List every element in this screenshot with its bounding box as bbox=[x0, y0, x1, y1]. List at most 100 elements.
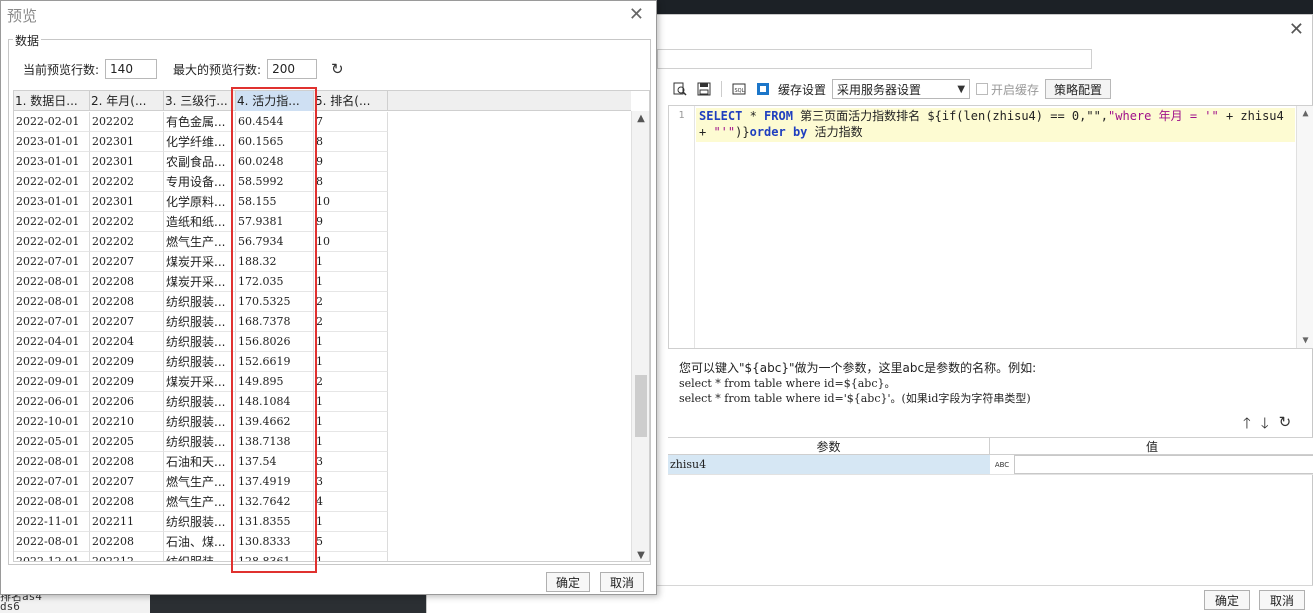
table-row[interactable]: 2022-05-01 202205 纺织服装... 138.7138 1 bbox=[14, 432, 388, 452]
scroll-up-icon[interactable]: ▲ bbox=[1297, 108, 1313, 119]
table-cell[interactable]: 2022-12-01 bbox=[14, 552, 90, 561]
table-cell[interactable]: 202202 bbox=[90, 172, 164, 192]
table-cell[interactable]: 9 bbox=[314, 152, 388, 172]
table-cell[interactable]: 1 bbox=[314, 412, 388, 432]
table-cell[interactable]: 农副食品... bbox=[164, 152, 236, 172]
close-icon[interactable]: ✕ bbox=[629, 4, 644, 25]
table-cell[interactable]: 131.8355 bbox=[236, 512, 314, 532]
table-row[interactable]: 2022-07-01 202207 煤炭开采... 188.32 1 bbox=[14, 252, 388, 272]
table-cell[interactable]: 2022-08-01 bbox=[14, 272, 90, 292]
table-cell[interactable]: 202211 bbox=[90, 512, 164, 532]
table-cell[interactable]: 10 bbox=[314, 232, 388, 252]
table-cell[interactable]: 1 bbox=[314, 512, 388, 532]
table-cell[interactable]: 172.035 bbox=[236, 272, 314, 292]
table-cell[interactable]: 202208 bbox=[90, 272, 164, 292]
table-cell[interactable]: 2022-11-01 bbox=[14, 512, 90, 532]
table-cell[interactable]: 58.155 bbox=[236, 192, 314, 212]
table-cell[interactable]: 202210 bbox=[90, 412, 164, 432]
refresh-icon[interactable]: ↻ bbox=[331, 60, 344, 78]
ok-button[interactable]: 确定 bbox=[546, 572, 590, 592]
table-cell[interactable]: 2022-07-01 bbox=[14, 252, 90, 272]
column-header[interactable]: 3. 三级行... bbox=[164, 91, 236, 111]
sql-editor[interactable]: 1 SELECT * FROM 第三页面活力指数排名 ${if(len(zhis… bbox=[668, 105, 1313, 349]
table-cell[interactable]: 石油和天... bbox=[164, 452, 236, 472]
table-cell[interactable]: 202207 bbox=[90, 312, 164, 332]
scroll-down-icon[interactable]: ▼ bbox=[1297, 335, 1313, 346]
table-cell[interactable]: 燃气生产... bbox=[164, 472, 236, 492]
table-row[interactable]: 2022-04-01 202204 纺织服装... 156.8026 1 bbox=[14, 332, 388, 352]
table-cell[interactable]: 1 bbox=[314, 552, 388, 561]
table-cell[interactable]: 132.7642 bbox=[236, 492, 314, 512]
ok-button[interactable]: 确定 bbox=[1204, 590, 1250, 610]
table-cell[interactable]: 煤炭开采... bbox=[164, 272, 236, 292]
table-cell[interactable]: 4 bbox=[314, 492, 388, 512]
table-cell[interactable]: 1 bbox=[314, 352, 388, 372]
column-header[interactable]: 1. 数据日... bbox=[14, 91, 90, 111]
table-cell[interactable]: 202209 bbox=[90, 372, 164, 392]
scroll-up-icon[interactable]: ▲ bbox=[632, 113, 649, 124]
table-cell[interactable]: 10 bbox=[314, 192, 388, 212]
table-cell[interactable]: 8 bbox=[314, 172, 388, 192]
table-cell[interactable]: 1 bbox=[314, 272, 388, 292]
cache-option-select[interactable]: 采用服务器设置 ▼ bbox=[832, 79, 971, 99]
table-cell[interactable]: 202207 bbox=[90, 252, 164, 272]
table-row[interactable]: 2022-07-01 202207 燃气生产... 137.4919 3 bbox=[14, 472, 388, 492]
table-cell[interactable]: 1 bbox=[314, 252, 388, 272]
table-cell[interactable]: 2 bbox=[314, 312, 388, 332]
preview-data-grid[interactable]: 1. 数据日... 2. 年月(... 3. 三级行... 4. 活力指... … bbox=[13, 90, 650, 562]
table-cell[interactable]: 煤炭开采... bbox=[164, 372, 236, 392]
table-row[interactable]: 2023-01-01 202301 农副食品... 60.0248 9 bbox=[14, 152, 388, 172]
table-cell[interactable]: 纺织服装... bbox=[164, 552, 236, 561]
table-cell[interactable]: 170.5325 bbox=[236, 292, 314, 312]
editor-scrollbar[interactable]: ▲ ▼ bbox=[1296, 106, 1313, 348]
table-cell[interactable]: 149.895 bbox=[236, 372, 314, 392]
table-cell[interactable]: 2022-09-01 bbox=[14, 372, 90, 392]
table-row[interactable]: 2022-08-01 202208 石油和天... 137.54 3 bbox=[14, 452, 388, 472]
table-row[interactable]: 2022-06-01 202206 纺织服装... 148.1084 1 bbox=[14, 392, 388, 412]
table-cell[interactable]: 燃气生产... bbox=[164, 232, 236, 252]
table-cell[interactable]: 化学原料... bbox=[164, 192, 236, 212]
refresh-icon[interactable]: ↻ bbox=[1279, 413, 1292, 438]
table-cell[interactable]: 130.8333 bbox=[236, 532, 314, 552]
table-cell[interactable]: 202209 bbox=[90, 352, 164, 372]
table-cell[interactable]: 3 bbox=[314, 472, 388, 492]
table-cell[interactable]: 9 bbox=[314, 212, 388, 232]
table-row[interactable]: 2022-02-01 202202 造纸和纸... 57.9381 9 bbox=[14, 212, 388, 232]
grid-scrollbar[interactable]: ▲ ▼ bbox=[631, 111, 649, 561]
table-row[interactable]: 2022-08-01 202208 燃气生产... 132.7642 4 bbox=[14, 492, 388, 512]
scroll-down-icon[interactable]: ▼ bbox=[632, 550, 649, 561]
parameter-value-input[interactable] bbox=[1014, 455, 1313, 474]
table-cell[interactable]: 60.4544 bbox=[236, 112, 314, 132]
table-cell[interactable]: 202205 bbox=[90, 432, 164, 452]
table-cell[interactable]: 2022-09-01 bbox=[14, 352, 90, 372]
table-cell[interactable]: 造纸和纸... bbox=[164, 212, 236, 232]
table-cell[interactable]: 58.5992 bbox=[236, 172, 314, 192]
table-cell[interactable]: 2022-08-01 bbox=[14, 532, 90, 552]
table-cell[interactable]: 2022-06-01 bbox=[14, 392, 90, 412]
table-cell[interactable]: 纺织服装... bbox=[164, 512, 236, 532]
column-header[interactable]: 2. 年月(... bbox=[90, 91, 164, 111]
table-cell[interactable]: 石油、煤... bbox=[164, 532, 236, 552]
table-cell[interactable]: 2022-07-01 bbox=[14, 312, 90, 332]
table-cell[interactable]: 2022-02-01 bbox=[14, 172, 90, 192]
table-cell[interactable]: 202202 bbox=[90, 232, 164, 252]
table-cell[interactable]: 7 bbox=[314, 112, 388, 132]
table-cell[interactable]: 202208 bbox=[90, 292, 164, 312]
parameter-row[interactable]: zhisu4 ABC bbox=[668, 455, 1313, 475]
cancel-button[interactable]: 取消 bbox=[1259, 590, 1305, 610]
table-cell[interactable]: 56.7934 bbox=[236, 232, 314, 252]
table-cell[interactable]: 202301 bbox=[90, 132, 164, 152]
table-cell[interactable]: 202208 bbox=[90, 492, 164, 512]
table-cell[interactable]: 2022-10-01 bbox=[14, 412, 90, 432]
current-rows-input[interactable]: 140 bbox=[105, 59, 158, 79]
table-row[interactable]: 2022-08-01 202208 石油、煤... 130.8333 5 bbox=[14, 532, 388, 552]
table-row[interactable]: 2022-02-01 202202 燃气生产... 56.7934 10 bbox=[14, 232, 388, 252]
table-cell[interactable]: 137.4919 bbox=[236, 472, 314, 492]
table-cell[interactable]: 2022-04-01 bbox=[14, 332, 90, 352]
table-cell[interactable]: 2 bbox=[314, 292, 388, 312]
table-cell[interactable]: 燃气生产... bbox=[164, 492, 236, 512]
scroll-thumb[interactable] bbox=[635, 375, 647, 437]
table-cell[interactable]: 纺织服装... bbox=[164, 412, 236, 432]
preview-icon[interactable] bbox=[671, 80, 689, 98]
table-cell[interactable]: 152.6619 bbox=[236, 352, 314, 372]
